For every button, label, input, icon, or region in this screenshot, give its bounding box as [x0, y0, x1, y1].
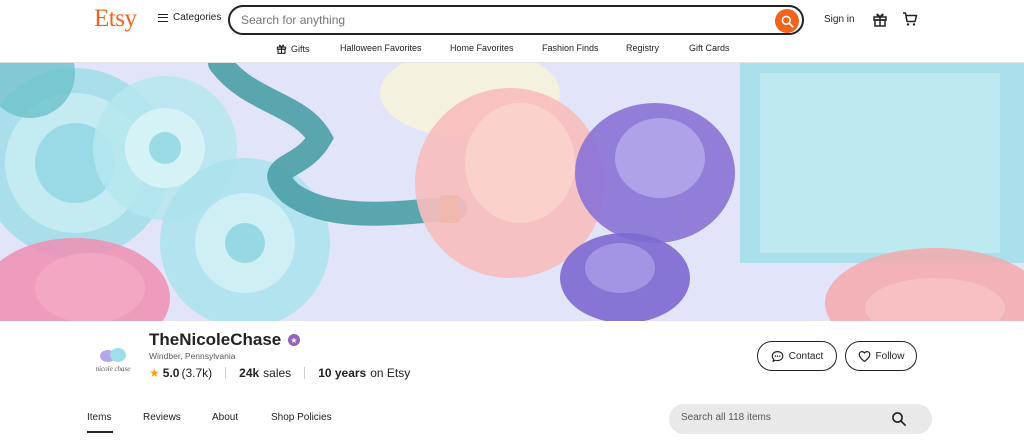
stats-divider	[225, 367, 227, 379]
menu-icon	[158, 13, 168, 22]
tab-about[interactable]: About	[212, 412, 238, 423]
search-icon	[781, 15, 794, 28]
search-input[interactable]	[241, 13, 761, 27]
categories-label: Categories	[173, 12, 222, 23]
subnav-item-home-favorites[interactable]: Home Favorites	[450, 43, 514, 53]
follow-button[interactable]: Follow	[845, 341, 917, 371]
contact-button[interactable]: Contact	[757, 341, 837, 371]
gift-icon	[276, 44, 287, 54]
years-suffix: on Etsy	[370, 366, 411, 380]
shop-stats: ★ 5.0 (3.7k) 24k sales 10 years on Etsy	[149, 365, 410, 381]
shop-items-search-input[interactable]	[681, 412, 881, 423]
subnav-item-registry[interactable]: Registry	[626, 43, 659, 53]
subnav-item-halloween-favorites[interactable]: Halloween Favorites	[340, 43, 422, 53]
follow-label: Follow	[875, 350, 905, 362]
search-bar	[228, 5, 804, 35]
etsy-logo[interactable]: Etsy	[94, 5, 137, 33]
search-icon[interactable]	[891, 411, 907, 427]
gift-icon[interactable]	[872, 11, 888, 27]
heart-icon	[858, 350, 870, 362]
tab-reviews[interactable]: Reviews	[143, 412, 181, 423]
chat-bubble-icon	[771, 350, 784, 362]
search-button[interactable]	[775, 9, 799, 33]
shop-banner	[0, 63, 1024, 321]
shop-rating: 5.0	[162, 366, 180, 380]
years-on-etsy: 10 years	[318, 366, 367, 380]
star-seller-badge-icon[interactable]: ★	[288, 334, 300, 346]
subnav-item-fashion-finds[interactable]: Fashion Finds	[542, 43, 599, 53]
shop-logo-yarn-icon	[100, 348, 126, 362]
shop-logo-text: nicole chase	[95, 365, 131, 373]
tab-shop-policies[interactable]: Shop Policies	[271, 412, 332, 423]
category-nav: Gifts Halloween Favorites Home Favorites…	[0, 38, 1024, 62]
shop-logo[interactable]: nicole chase	[86, 332, 140, 386]
sales-count: 24k	[239, 366, 260, 380]
site-header: Etsy Categories Sign in	[0, 0, 1024, 38]
review-count[interactable]: (3.7k)	[181, 366, 212, 380]
tab-items[interactable]: Items	[87, 412, 111, 423]
banner-artwork	[0, 63, 1024, 321]
stats-divider	[304, 367, 306, 379]
subnav-item-gifts[interactable]: Gifts	[276, 43, 310, 54]
contact-label: Contact	[788, 350, 824, 362]
cart-icon[interactable]	[902, 11, 918, 27]
subnav-label: Gifts	[291, 43, 310, 54]
categories-button[interactable]: Categories	[158, 12, 221, 23]
shop-items-search	[669, 404, 932, 434]
star-icon: ★	[149, 366, 160, 380]
shop-name: TheNicoleChase	[149, 330, 282, 349]
sign-in-link[interactable]: Sign in	[824, 14, 855, 25]
subnav-item-gift-cards[interactable]: Gift Cards	[689, 43, 730, 53]
active-tab-indicator	[87, 431, 113, 433]
shop-location: Windber, Pennsylvania	[149, 351, 236, 361]
sales-label: sales	[263, 366, 292, 380]
